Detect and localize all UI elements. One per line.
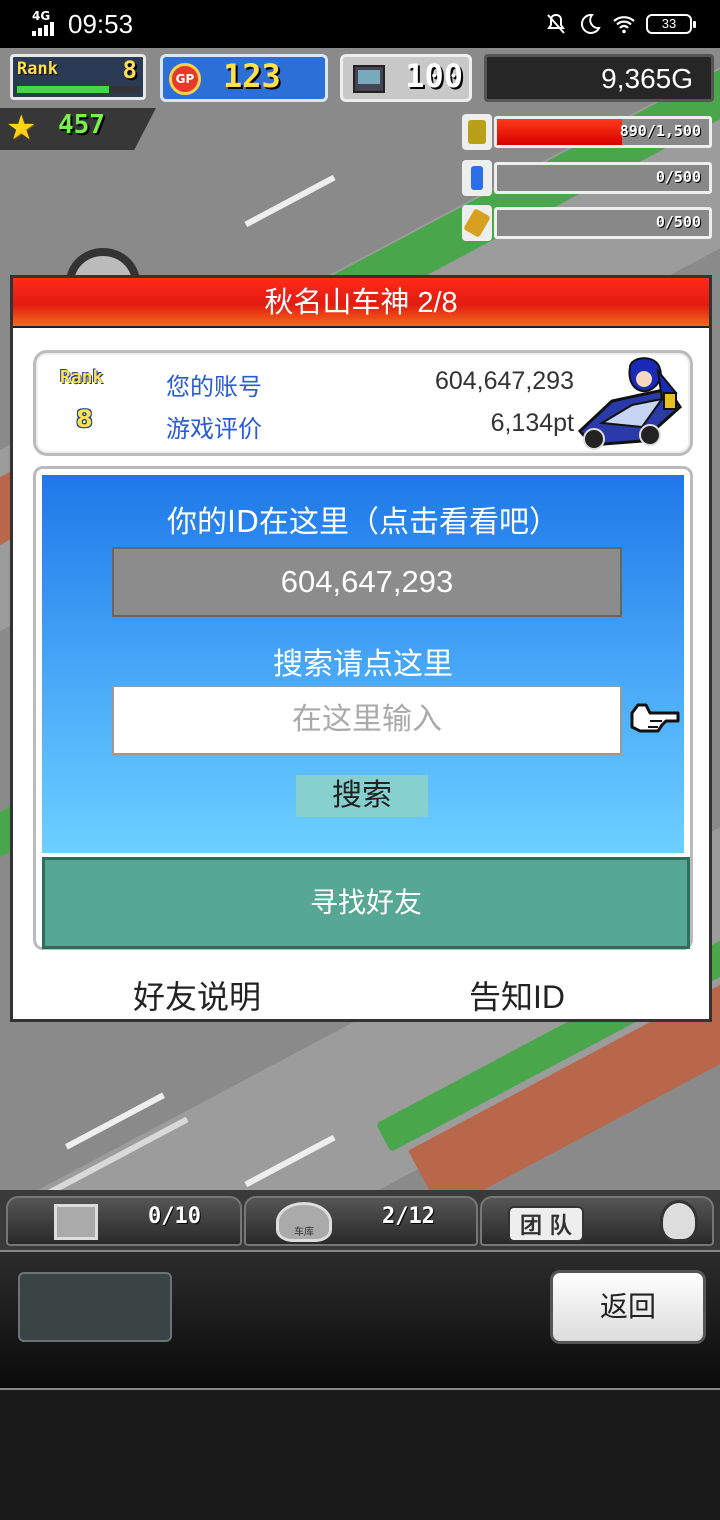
gp-coin-icon: GP (169, 63, 201, 95)
resource-fuel[interactable]: 890/1,500 (462, 114, 712, 150)
garage-car-icon: 车库 (276, 1202, 332, 1242)
pointing-hand-icon (630, 703, 680, 733)
status-bar: 4G 09:53 33 (0, 0, 720, 48)
crate-icon (54, 1204, 98, 1240)
rank-label: Rank (17, 59, 58, 79)
search-panel: 你的ID在这里（点击看看吧） 604,647,293 搜索请点这里 在这里输入 … (33, 466, 693, 950)
gp-value: 123 (223, 57, 281, 95)
money-value: 9,365G (601, 63, 693, 94)
star-icon: ★ (6, 108, 37, 148)
back-button[interactable]: 返回 (550, 1270, 706, 1344)
wheat-icon (462, 205, 492, 241)
search-hint: 搜索请点这里 (273, 647, 453, 682)
search-button[interactable]: 搜索 (296, 775, 428, 817)
clock: 09:53 (68, 9, 134, 39)
kart-driver-avatar (577, 357, 682, 450)
staff-face-icon (660, 1200, 698, 1242)
wifi-icon (613, 16, 635, 34)
network-type: 4G (32, 9, 51, 23)
my-id-display[interactable]: 604,647,293 (112, 547, 622, 617)
resource-value: 890/1,500 (619, 122, 701, 140)
garage-count: 2/12 (382, 1204, 435, 1229)
rank-value: 8 (122, 56, 137, 84)
search-area: 你的ID在这里（点击看看吧） 604,647,293 搜索请点这里 在这里输入 … (42, 475, 684, 853)
moon-icon (580, 13, 601, 34)
resource-value: 0/500 (655, 168, 701, 186)
bottom-panel: 返回 (0, 1250, 720, 1390)
empty-slot[interactable] (18, 1272, 172, 1342)
resource-bar: 890/1,500 (494, 116, 712, 148)
friend-help-link[interactable]: 好友说明 (133, 972, 261, 1018)
resource-bar: 0/500 (494, 207, 712, 239)
bottle-icon (462, 160, 492, 196)
rank-progress-bar (17, 86, 139, 93)
my-id-hint: 你的ID在这里（点击看看吧） (167, 505, 559, 540)
tab-storage[interactable]: 0/10 (6, 1196, 242, 1246)
resource-wheat[interactable]: 0/500 (462, 205, 712, 241)
gp-display[interactable]: GP 123 (160, 54, 328, 102)
account-id-value: 604,647,293 (434, 367, 574, 395)
find-friends-button[interactable]: 寻找好友 (42, 857, 690, 949)
fuel-barrel-icon (462, 114, 492, 150)
footer-area (0, 1390, 720, 1520)
share-id-link[interactable]: 告知ID (469, 972, 565, 1018)
account-id-label: 您的账号 (166, 373, 262, 401)
tab-team[interactable]: 团 队 (480, 1196, 714, 1246)
computer-icon (353, 65, 385, 93)
account-rank-label: Rank (60, 367, 104, 388)
mute-icon (547, 13, 565, 34)
rating-value: 6,134pt (490, 409, 574, 437)
signal-icon (32, 22, 62, 36)
battery-icon: 33 (646, 14, 696, 34)
star-display: ★ 457 (0, 108, 156, 150)
pc-points-display[interactable]: 100 (340, 54, 472, 102)
dialog-title: 秋名山车神 2/8 (13, 278, 709, 328)
account-card: Rank 8 您的账号 604,647,293 游戏评价 6,134pt (33, 350, 693, 456)
resource-bottle[interactable]: 0/500 (462, 160, 712, 196)
tab-garage[interactable]: 车库 2/12 (244, 1196, 478, 1246)
resource-value: 0/500 (655, 213, 701, 231)
storage-count: 0/10 (148, 1204, 201, 1229)
bottom-tab-bar: 0/10 车库 2/12 团 队 (0, 1190, 720, 1250)
account-rank-value: 8 (76, 405, 93, 433)
money-display: 9,365G (484, 54, 714, 102)
friends-dialog: 秋名山车神 2/8 Rank 8 您的账号 604,647,293 游戏评价 6… (10, 275, 712, 1022)
resource-bar: 0/500 (494, 162, 712, 194)
team-label: 团 队 (508, 1206, 584, 1242)
rating-label: 游戏评价 (166, 415, 262, 443)
pc-points-value: 100 (405, 57, 463, 95)
star-value: 457 (58, 110, 105, 140)
rank-display: Rank 8 (10, 54, 146, 100)
search-input[interactable]: 在这里输入 (112, 685, 622, 755)
